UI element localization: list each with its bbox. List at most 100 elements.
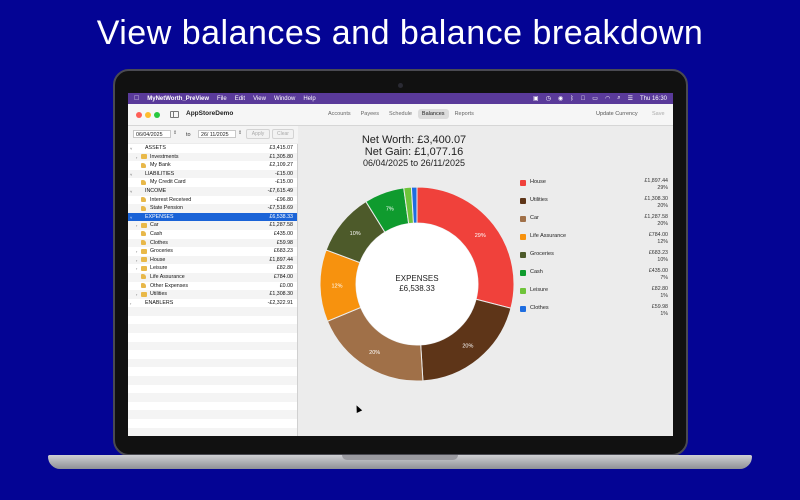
apple-menu-icon[interactable]:  bbox=[134, 95, 139, 102]
account-icon bbox=[141, 179, 146, 185]
tree-row[interactable]: Interest Received -£96.80 bbox=[128, 196, 297, 205]
disclosure-right-icon[interactable]: › bbox=[136, 258, 137, 263]
tree-row[interactable]: › Investments £1,305.80 bbox=[128, 152, 297, 162]
bluetooth-icon[interactable]: ᛒ bbox=[570, 96, 574, 102]
tree-row[interactable]: › Leisure £82.80 bbox=[128, 264, 297, 273]
legend-values: £435.00 7% bbox=[649, 268, 668, 282]
tree-row-amount: £1,308.30 bbox=[269, 291, 293, 298]
tree-row[interactable]: ˅ EXPENSES £6,538.33 bbox=[128, 212, 297, 222]
sidebar-toggle-icon[interactable] bbox=[170, 111, 179, 118]
slice-percent-label: 7% bbox=[386, 207, 394, 213]
disclosure-down-icon[interactable]: ˅ bbox=[130, 215, 132, 220]
from-date-field[interactable]: 06/04/2025 bbox=[133, 130, 171, 138]
minimize-window-button[interactable] bbox=[145, 112, 151, 118]
status-icon[interactable]: ▣ bbox=[533, 95, 539, 102]
wifi-icon[interactable]: ◠ bbox=[605, 95, 610, 102]
record-status-icon[interactable]: ◉ bbox=[558, 95, 563, 102]
legend-percent: 20% bbox=[657, 203, 668, 209]
close-window-button[interactable] bbox=[136, 112, 142, 118]
tab-balances[interactable]: Balances bbox=[417, 109, 449, 119]
apple-status-icon[interactable]:  bbox=[581, 96, 586, 102]
tree-row[interactable]: Clothes £59.98 bbox=[128, 238, 297, 248]
disclosure-right-icon[interactable]: › bbox=[136, 266, 137, 271]
zoom-window-button[interactable] bbox=[154, 112, 160, 118]
from-date-stepper[interactable]: ⇕ bbox=[173, 130, 177, 136]
tree-row[interactable]: ˅ LIABILITIES -£15.00 bbox=[128, 169, 297, 179]
menu-edit[interactable]: Edit bbox=[235, 96, 245, 102]
tree-row[interactable]: ˅ ASSETS £3,415.07 bbox=[128, 144, 297, 153]
legend-swatch bbox=[520, 234, 526, 240]
legend-item[interactable]: House £1,897.44 29% bbox=[520, 178, 670, 196]
clear-button[interactable]: Clear bbox=[272, 129, 294, 139]
tree-row[interactable]: › Groceries £683.23 bbox=[128, 247, 297, 256]
apply-button[interactable]: Apply bbox=[246, 129, 270, 139]
empty-row bbox=[128, 367, 297, 376]
legend-amount: £82.80 bbox=[651, 286, 668, 292]
tree-row[interactable]: State Pension -£7,518.69 bbox=[128, 204, 297, 213]
donut-center-title: EXPENSES bbox=[395, 274, 439, 283]
clock[interactable]: Thu 16:30 bbox=[640, 96, 667, 102]
control-center-icon[interactable]: ☰ bbox=[628, 95, 633, 102]
legend-values: £784.00 12% bbox=[649, 232, 668, 246]
tree-row[interactable]: Life Assurance £784.00 bbox=[128, 272, 297, 282]
legend-item[interactable]: Groceries £683.23 10% bbox=[520, 250, 670, 268]
tree-row[interactable]: › Utilities £1,308.30 bbox=[128, 290, 297, 299]
tree-row[interactable]: › Car £1,287.58 bbox=[128, 221, 297, 230]
empty-row bbox=[128, 358, 297, 368]
disclosure-right-icon[interactable]: › bbox=[136, 249, 137, 254]
to-date-field[interactable]: 26/ 11/2025 bbox=[198, 130, 236, 138]
legend-item[interactable]: Life Assurance £784.00 12% bbox=[520, 232, 670, 250]
disclosure-right-icon[interactable]: › bbox=[136, 292, 137, 297]
legend-item[interactable]: Car £1,287.58 20% bbox=[520, 214, 670, 232]
tree-row-amount: -£2,322.91 bbox=[267, 299, 293, 306]
battery-icon[interactable]: ▭ bbox=[592, 95, 598, 102]
legend-item[interactable]: Cash £435.00 7% bbox=[520, 268, 670, 286]
to-date-stepper[interactable]: ⇕ bbox=[238, 130, 242, 136]
legend-item[interactable]: Leisure £82.80 1% bbox=[520, 286, 670, 304]
account-tree: ˅ ASSETS £3,415.07 › Investments £1,305.80 My … bbox=[128, 144, 298, 436]
tree-row[interactable]: ˅ INCOME -£7,615.49 bbox=[128, 186, 297, 196]
tree-row-label: Groceries bbox=[150, 248, 173, 255]
date-to-label: to bbox=[186, 132, 191, 138]
legend-item[interactable]: Clothes £59.98 1% bbox=[520, 304, 670, 322]
account-icon bbox=[141, 197, 146, 203]
tree-row[interactable]: Other Expenses £0.00 bbox=[128, 282, 297, 291]
tab-accounts[interactable]: Accounts bbox=[324, 109, 355, 119]
menu-file[interactable]: File bbox=[217, 96, 227, 102]
save-button[interactable]: Save bbox=[652, 111, 665, 117]
tree-row-amount: -£96.80 bbox=[275, 196, 293, 203]
disclosure-right-icon[interactable]: › bbox=[136, 223, 137, 228]
menu-help[interactable]: Help bbox=[303, 96, 315, 102]
empty-row bbox=[128, 324, 297, 334]
disclosure-down-icon[interactable]: ˅ bbox=[130, 146, 132, 151]
tree-row-label: Interest Received bbox=[150, 196, 192, 203]
folder-icon bbox=[141, 291, 147, 297]
tab-payees[interactable]: Payees bbox=[357, 109, 383, 119]
disclosure-right-icon[interactable]: › bbox=[130, 301, 131, 306]
search-icon[interactable]: ⌕ bbox=[617, 95, 620, 102]
clock-status-icon[interactable]: ◷ bbox=[546, 95, 551, 102]
tree-row[interactable]: › ENABLERS -£2,322.91 bbox=[128, 299, 297, 308]
tree-row[interactable]: My Credit Card -£15.00 bbox=[128, 178, 297, 187]
tree-row-amount: £435.00 bbox=[273, 230, 293, 237]
disclosure-down-icon[interactable]: ˅ bbox=[130, 172, 132, 177]
tab-schedule[interactable]: Schedule bbox=[385, 109, 416, 119]
disclosure-right-icon[interactable]: › bbox=[136, 155, 137, 160]
folder-icon bbox=[141, 257, 147, 263]
slice-percent-label: 12% bbox=[332, 283, 343, 289]
app-menu[interactable]: MyNetWorth_PreView bbox=[147, 96, 209, 102]
tree-row-amount: £1,287.58 bbox=[269, 222, 293, 229]
folder-icon bbox=[141, 248, 147, 254]
tab-reports[interactable]: Reports bbox=[451, 109, 478, 119]
disclosure-down-icon[interactable]: ˅ bbox=[130, 189, 132, 194]
tree-row[interactable]: › House £1,897.44 bbox=[128, 255, 297, 265]
tree-row[interactable]: My Bank £2,109.27 bbox=[128, 161, 297, 170]
legend-item[interactable]: Utilities £1,308.30 20% bbox=[520, 196, 670, 214]
menu-window[interactable]: Window bbox=[274, 96, 295, 102]
tree-row-label: Investments bbox=[150, 153, 179, 160]
tree-row[interactable]: Cash £435.00 bbox=[128, 230, 297, 239]
legend-values: £1,897.44 29% bbox=[644, 178, 668, 192]
menu-view[interactable]: View bbox=[253, 96, 266, 102]
empty-row bbox=[128, 341, 297, 351]
update-currency-button[interactable]: Update Currency bbox=[596, 111, 638, 117]
